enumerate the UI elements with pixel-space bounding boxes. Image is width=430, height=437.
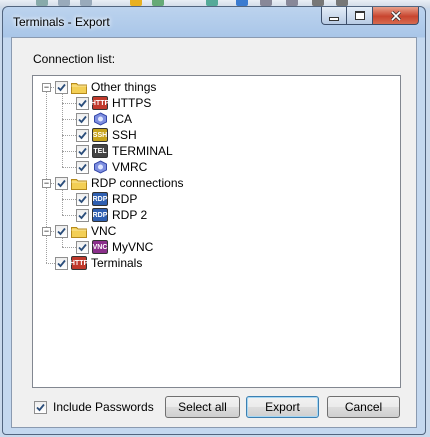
tree-item-label: VNC <box>91 224 117 238</box>
check-mark-icon <box>78 147 87 155</box>
expand-collapse-toggle[interactable]: − <box>42 83 51 92</box>
check-mark-icon <box>57 259 66 267</box>
tree-item-ssh[interactable]: SSH SSH <box>76 127 137 143</box>
tree-item-label: VMRC <box>112 160 148 174</box>
tree-connector-line <box>62 135 76 136</box>
expand-collapse-toggle[interactable]: − <box>42 227 51 236</box>
tree-connector-line <box>62 151 76 152</box>
maximize-icon <box>354 11 365 20</box>
tree-group-rdp-connections[interactable]: RDP connections <box>55 175 184 191</box>
tree-checkbox[interactable] <box>76 192 89 206</box>
tree-item-label: RDP 2 <box>112 208 148 222</box>
tree-group-other-things[interactable]: Other things <box>55 79 156 95</box>
tree-checkbox[interactable] <box>55 176 68 190</box>
tree-item-label: MyVNC <box>112 240 154 254</box>
tree-item-label: Terminals <box>91 256 143 270</box>
tree-item-vmrc[interactable]: VMRC <box>76 159 147 175</box>
tree-checkbox[interactable] <box>76 240 89 254</box>
tree-connector-line <box>62 215 76 216</box>
tree-checkbox[interactable] <box>55 80 68 94</box>
rdp-icon: RDP <box>92 208 108 222</box>
maximize-button[interactable] <box>347 7 373 25</box>
minimize-icon <box>329 16 339 21</box>
tree-checkbox[interactable] <box>76 96 89 110</box>
tree-checkbox[interactable] <box>76 208 89 222</box>
tree-connector-line <box>62 119 76 120</box>
vnc-icon: VNC <box>92 240 108 254</box>
export-dialog-window: Terminals - Export Connection list: − Oth… <box>2 6 426 435</box>
tree-item-label: TERMINAL <box>112 144 173 158</box>
http-icon: HTTP <box>70 256 88 270</box>
check-mark-icon <box>78 131 87 139</box>
tree-checkbox[interactable] <box>76 128 89 142</box>
tree-connector-line <box>62 92 63 167</box>
cancel-button[interactable]: Cancel <box>327 396 400 418</box>
include-passwords-label: Include Passwords <box>53 400 154 414</box>
check-mark-icon <box>57 227 66 235</box>
check-mark-icon <box>36 403 45 411</box>
telnet-icon: TEL <box>92 144 108 158</box>
tree-connector-line <box>62 199 76 200</box>
tree-item-label: RDP <box>112 192 138 206</box>
include-passwords-option[interactable]: Include Passwords <box>34 400 154 414</box>
tree-connector-line <box>62 188 63 215</box>
check-mark-icon <box>57 179 66 187</box>
close-icon <box>390 10 401 21</box>
check-mark-icon <box>78 195 87 203</box>
export-button[interactable]: Export <box>246 396 319 418</box>
vmrc-icon <box>92 160 108 174</box>
tree-connector-line <box>46 263 55 264</box>
folder-icon <box>71 176 87 190</box>
tree-connector-line <box>62 103 76 104</box>
check-mark-icon <box>78 211 87 219</box>
window-controls <box>321 7 419 27</box>
tree-checkbox[interactable] <box>76 144 89 158</box>
tree-checkbox[interactable] <box>76 160 89 174</box>
tree-item-label: Other things <box>91 80 157 94</box>
check-mark-icon <box>78 99 87 107</box>
dialog-client-area: Connection list: − Other things HTTP HTTPS I… <box>11 37 417 428</box>
tree-item-rdp-2[interactable]: RDP RDP 2 <box>76 207 147 223</box>
check-mark-icon <box>78 163 87 171</box>
tree-connector-line <box>62 167 76 168</box>
tree-item-terminals[interactable]: HTTP Terminals <box>55 255 142 271</box>
tree-group-vnc[interactable]: VNC <box>55 223 116 239</box>
tree-item-label: ICA <box>112 112 133 126</box>
window-title: Terminals - Export <box>13 15 110 29</box>
tree-item-label: HTTPS <box>112 96 152 110</box>
check-mark-icon <box>57 83 66 91</box>
tree-checkbox[interactable] <box>76 112 89 126</box>
tree-item-terminal[interactable]: TEL TERMINAL <box>76 143 173 159</box>
include-passwords-checkbox[interactable] <box>34 400 47 414</box>
tree-item-label: RDP connections <box>91 176 184 190</box>
tree-item-https[interactable]: HTTP HTTPS <box>76 95 151 111</box>
connection-tree[interactable]: − Other things HTTP HTTPS ICA SSH SSH TEL TERMIN… <box>32 75 401 388</box>
check-mark-icon <box>78 243 87 251</box>
ssh-icon: SSH <box>92 128 108 142</box>
check-mark-icon <box>78 115 87 123</box>
tree-item-rdp[interactable]: RDP RDP <box>76 191 137 207</box>
https-icon: HTTP <box>91 96 109 110</box>
select-all-button[interactable]: Select all <box>165 396 240 418</box>
tree-connector-line <box>62 247 76 248</box>
tree-checkbox[interactable] <box>55 256 68 270</box>
tree-checkbox[interactable] <box>55 224 68 238</box>
connection-list-label: Connection list: <box>33 52 116 66</box>
tree-item-label: SSH <box>112 128 137 142</box>
close-button[interactable] <box>373 7 419 25</box>
rdp-icon: RDP <box>92 192 108 206</box>
tree-item-myvnc[interactable]: VNC MyVNC <box>76 239 153 255</box>
minimize-button[interactable] <box>321 7 347 25</box>
expand-collapse-toggle[interactable]: − <box>42 179 51 188</box>
folder-icon <box>71 80 87 94</box>
folder-icon <box>71 224 87 238</box>
tree-item-ica[interactable]: ICA <box>76 111 132 127</box>
ica-icon <box>92 112 108 126</box>
